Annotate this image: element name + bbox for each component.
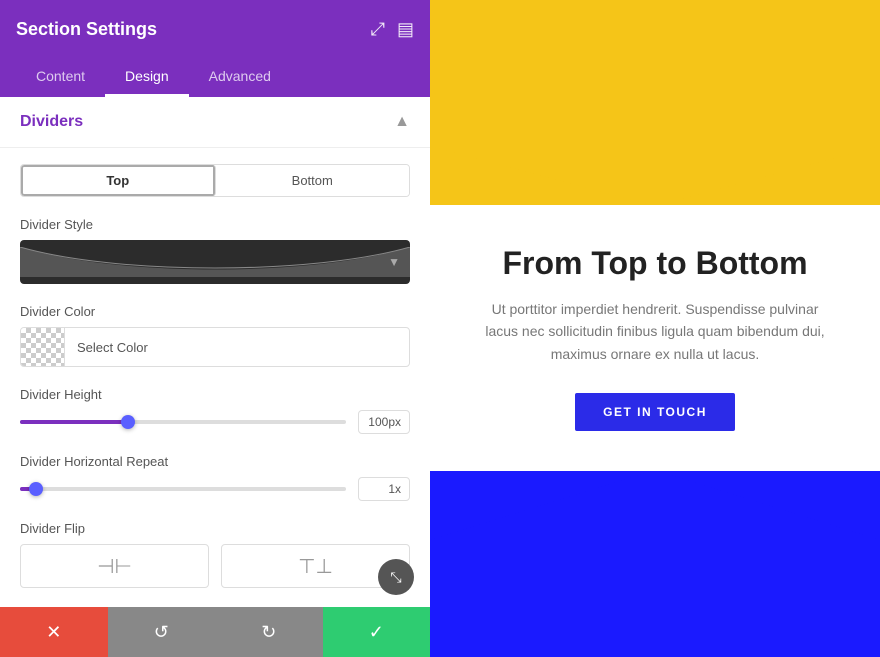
divider-preview-box[interactable]: ▼ — [20, 240, 410, 284]
toggle-top[interactable]: Top — [21, 165, 216, 196]
divider-repeat-label: Divider Horizontal Repeat — [20, 454, 410, 469]
panel-content: Dividers ▲ Top Bottom Divider Style — [0, 97, 430, 657]
cta-button[interactable]: GET IN TOUCH — [575, 393, 735, 431]
redo-icon: ↻ — [261, 622, 276, 643]
color-checkerboard — [21, 328, 65, 366]
save-icon: ✓ — [369, 622, 384, 643]
flip-buttons: ⊣⊢ ⊤⊥ — [20, 544, 410, 588]
cursor-icon: ⤡ — [390, 569, 401, 586]
redo-button[interactable]: ↻ — [215, 607, 323, 657]
chevron-down-divider-yellow — [430, 146, 880, 206]
undo-icon: ↺ — [154, 622, 169, 643]
divider-height-group: Divider Height 100px — [20, 387, 410, 434]
dividers-section-header: Dividers ▲ — [0, 97, 430, 148]
middle-white-section: From Top to Bottom Ut porttitor imperdie… — [430, 205, 880, 471]
divider-style-group: Divider Style ▼ — [20, 217, 410, 284]
settings-panel: Section Settings ⤢ ▤ Content Design Adva… — [0, 0, 430, 657]
header-icons: ⤢ ▤ — [371, 19, 414, 40]
panel-title: Section Settings — [16, 19, 157, 40]
flip-vertical-icon: ⊤⊥ — [298, 554, 333, 579]
top-bottom-toggle: Top Bottom — [20, 164, 410, 197]
select-arrow-icon: ▼ — [388, 255, 400, 269]
divider-color-label: Divider Color — [20, 304, 410, 319]
divider-height-track[interactable] — [20, 420, 346, 424]
divider-style-label: Divider Style — [20, 217, 410, 232]
select-color-label: Select Color — [65, 340, 409, 355]
tab-advanced[interactable]: Advanced — [189, 58, 291, 97]
bottom-blue-section — [430, 471, 880, 657]
save-button[interactable]: ✓ — [323, 607, 431, 657]
action-bar: ✕ ↺ ↻ ✓ — [0, 607, 430, 657]
divider-height-fill — [20, 420, 128, 424]
tab-content[interactable]: Content — [16, 58, 105, 97]
undo-button[interactable]: ↺ — [108, 607, 216, 657]
divider-color-group: Divider Color Select Color — [20, 304, 410, 367]
divider-height-label: Divider Height — [20, 387, 410, 402]
chevron-up-divider-blue — [430, 470, 880, 540]
tabs-bar: Content Design Advanced — [0, 58, 430, 97]
flip-horizontal-icon: ⊣⊢ — [97, 554, 132, 579]
section-body: Top Bottom Divider Style ▼ — [0, 148, 430, 624]
main-body-text: Ut porttitor imperdiet hendrerit. Suspen… — [485, 298, 825, 365]
toggle-bottom[interactable]: Bottom — [216, 165, 410, 196]
flip-horizontal-btn[interactable]: ⊣⊢ — [20, 544, 209, 588]
divider-height-thumb[interactable] — [121, 415, 135, 429]
divider-flip-group: Divider Flip ⊣⊢ ⊤⊥ — [20, 521, 410, 588]
divider-repeat-group: Divider Horizontal Repeat 1x — [20, 454, 410, 501]
divider-repeat-slider-row: 1x — [20, 477, 410, 501]
divider-height-slider-row: 100px — [20, 410, 410, 434]
preview-panel: From Top to Bottom Ut porttitor imperdie… — [430, 0, 880, 657]
floating-cursor-btn[interactable]: ⤡ — [378, 559, 414, 595]
divider-repeat-value[interactable]: 1x — [358, 477, 410, 501]
layout-icon[interactable]: ▤ — [397, 19, 414, 40]
divider-flip-label: Divider Flip — [20, 521, 410, 536]
divider-height-value[interactable]: 100px — [358, 410, 410, 434]
cancel-icon: ✕ — [46, 622, 61, 643]
tab-design[interactable]: Design — [105, 58, 189, 97]
divider-repeat-thumb[interactable] — [29, 482, 43, 496]
cancel-button[interactable]: ✕ — [0, 607, 108, 657]
collapse-icon[interactable]: ▲ — [394, 113, 410, 131]
divider-style-select[interactable]: ▼ — [20, 240, 410, 284]
expand-icon[interactable]: ⤢ — [371, 19, 385, 40]
divider-repeat-track[interactable] — [20, 487, 346, 491]
panel-header: Section Settings ⤢ ▤ — [0, 0, 430, 58]
main-heading: From Top to Bottom — [502, 245, 807, 282]
color-picker-row[interactable]: Select Color — [20, 327, 410, 367]
top-yellow-section — [430, 0, 880, 205]
dividers-title: Dividers — [20, 113, 83, 131]
